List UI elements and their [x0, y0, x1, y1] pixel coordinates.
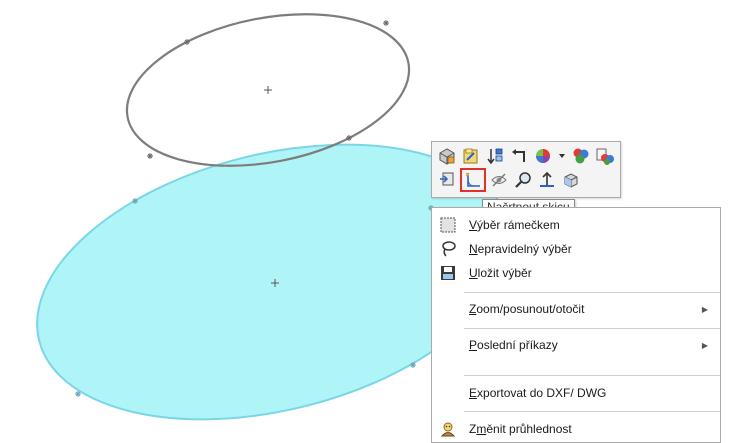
transparency-icon [437, 418, 459, 440]
menu-label: Exportovat do DXF/ DWG [469, 386, 607, 400]
context-menu: Výběr rámečkem Nepravidelný výběr Uložit… [431, 207, 721, 443]
zoom-icon[interactable] [512, 169, 534, 191]
menu-separator [464, 411, 720, 412]
toolbar-row-1 [436, 145, 618, 167]
menu-label: Změnit průhlednost [469, 422, 572, 436]
sketch-icon[interactable] [460, 167, 486, 192]
context-toolbar [431, 141, 621, 198]
menu-label: Poslední příkazy [469, 338, 558, 352]
menu-item-save-selection[interactable]: Uložit výběr [432, 261, 720, 285]
lasso-icon [437, 238, 459, 260]
box-select-icon [437, 214, 459, 236]
hide-icon[interactable] [488, 169, 510, 191]
menu-label: Uložit výběr [469, 266, 532, 280]
menu-separator [464, 292, 720, 293]
undo-arrow-icon[interactable] [508, 145, 530, 167]
menu-item-zoom-pan-rotate[interactable]: Zoom/posunout/otočit ▶ [432, 297, 720, 321]
edit-sketch-icon[interactable] [460, 145, 482, 167]
view-orientation-icon[interactable] [560, 169, 582, 191]
menu-separator [464, 375, 720, 376]
menu-item-change-transparency[interactable]: Změnit průhlednost [432, 417, 720, 441]
menu-item-recent-commands[interactable]: Poslední příkazy ▶ [432, 333, 720, 357]
dropdown-arrow-icon[interactable] [556, 145, 568, 167]
color-spheres-icon[interactable] [570, 145, 592, 167]
menu-item-box-select[interactable]: Výběr rámečkem [432, 213, 720, 237]
toolbar-row-2 [436, 167, 584, 192]
view-normal-icon[interactable] [436, 169, 458, 191]
normal-to-icon[interactable] [536, 169, 558, 191]
submenu-arrow-icon: ▶ [701, 304, 708, 314]
submenu-arrow-icon: ▶ [701, 340, 708, 350]
display-style-icon[interactable] [594, 145, 616, 167]
menu-label: Nepravidelný výběr [469, 242, 572, 256]
part-icon[interactable] [436, 145, 458, 167]
appearance-icon[interactable] [532, 145, 554, 167]
menu-label: Zoom/posunout/otočit [469, 302, 585, 316]
menu-item-lasso-select[interactable]: Nepravidelný výběr [432, 237, 720, 261]
sketch-center-point[interactable] [264, 86, 272, 94]
menu-separator [464, 328, 720, 329]
save-selection-icon [437, 262, 459, 284]
sort-icon[interactable] [484, 145, 506, 167]
menu-label: Výběr rámečkem [469, 218, 560, 232]
menu-item-export-dxf[interactable]: Exportovat do DXF/ DWG [432, 381, 720, 405]
